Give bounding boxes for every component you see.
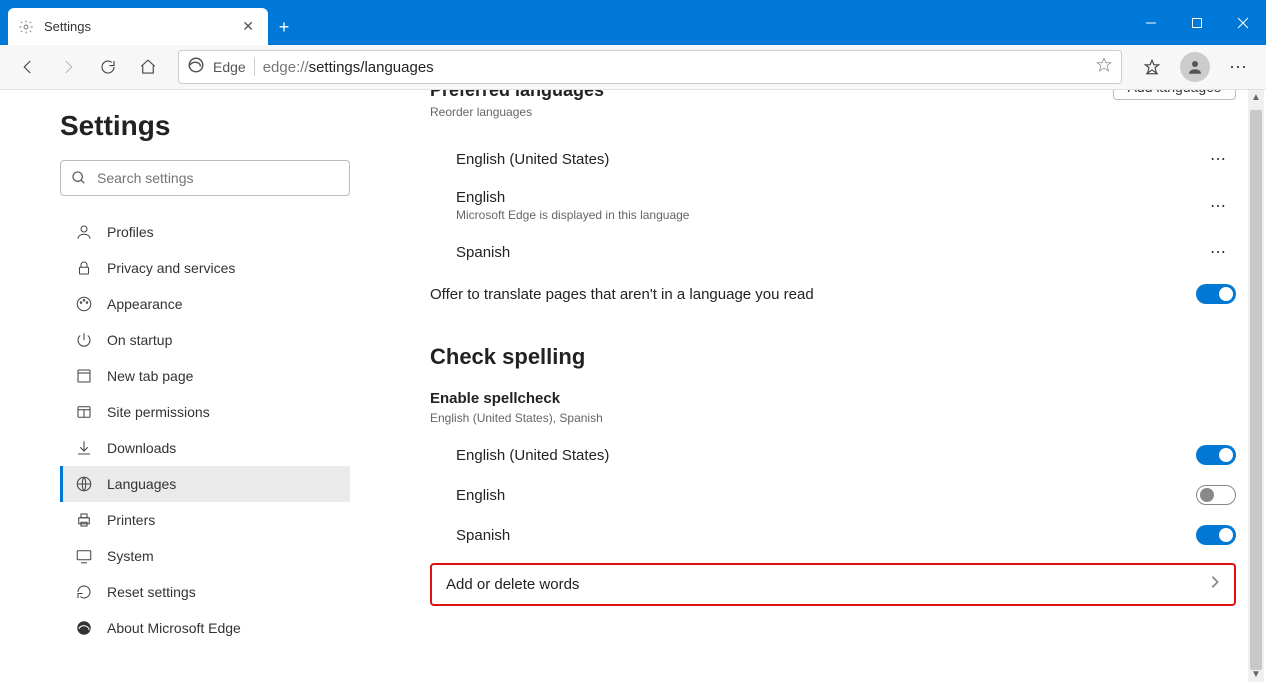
sidebar-item-appearance[interactable]: Appearance — [60, 286, 350, 322]
spellcheck-row: English — [430, 475, 1236, 515]
translate-setting: Offer to translate pages that aren't in … — [430, 284, 1236, 304]
more-icon[interactable]: ⋯ — [1202, 145, 1236, 173]
shield-icon — [75, 403, 93, 421]
page-icon — [75, 367, 93, 385]
sidebar-item-label: On startup — [107, 332, 172, 348]
address-bar[interactable]: Edge edge://settings/languages — [178, 50, 1122, 84]
favorite-icon[interactable] — [1095, 56, 1113, 79]
search-icon — [71, 170, 87, 186]
sidebar-item-reset[interactable]: Reset settings — [60, 574, 350, 610]
sidebar-item-downloads[interactable]: Downloads — [60, 430, 350, 466]
sidebar-item-label: Privacy and services — [107, 260, 235, 276]
sidebar-item-label: Printers — [107, 512, 155, 528]
spellcheck-toggle-en-us[interactable] — [1196, 445, 1236, 465]
minimize-button[interactable] — [1128, 0, 1174, 45]
spellcheck-row: Spanish — [430, 515, 1236, 555]
add-languages-button[interactable]: Add languages — [1113, 90, 1236, 100]
download-icon — [75, 439, 93, 457]
tab-title: Settings — [44, 19, 228, 34]
sidebar-item-newtab[interactable]: New tab page — [60, 358, 350, 394]
reset-icon — [75, 583, 93, 601]
scroll-thumb[interactable] — [1250, 110, 1262, 670]
sidebar-item-label: Reset settings — [107, 584, 196, 600]
enable-spellcheck-sub: English (United States), Spanish — [430, 411, 1236, 425]
favorites-button[interactable] — [1134, 49, 1170, 85]
sidebar-item-label: System — [107, 548, 154, 564]
profile-avatar[interactable] — [1180, 52, 1210, 82]
maximize-button[interactable] — [1174, 0, 1220, 45]
spellcheck-toggle-en[interactable] — [1196, 485, 1236, 505]
scroll-up-icon[interactable]: ▲ — [1248, 92, 1264, 103]
sidebar-item-label: Profiles — [107, 224, 154, 240]
settings-heading: Settings — [60, 110, 380, 142]
palette-icon — [75, 295, 93, 313]
sidebar-item-label: Downloads — [107, 440, 176, 456]
sidebar-item-about[interactable]: About Microsoft Edge — [60, 610, 350, 646]
toolbar: Edge edge://settings/languages ⋯ — [0, 45, 1266, 90]
sidebar-item-label: About Microsoft Edge — [107, 620, 241, 636]
sidebar-item-startup[interactable]: On startup — [60, 322, 350, 358]
home-button[interactable] — [130, 49, 166, 85]
gear-icon — [18, 19, 34, 35]
back-button[interactable] — [10, 49, 46, 85]
language-row: English Microsoft Edge is displayed in t… — [430, 181, 1236, 230]
sidebar-item-label: Site permissions — [107, 404, 210, 420]
edge-icon — [187, 56, 205, 79]
browser-tab[interactable]: Settings ✕ — [8, 8, 268, 45]
power-icon — [75, 331, 93, 349]
edge-logo-icon — [75, 619, 93, 637]
sidebar-item-profiles[interactable]: Profiles — [60, 214, 350, 250]
sidebar-item-label: Appearance — [107, 296, 183, 312]
language-row: English (United States) ⋯ — [430, 137, 1236, 181]
translate-toggle[interactable] — [1196, 284, 1236, 304]
language-icon — [75, 475, 93, 493]
sidebar-item-label: New tab page — [107, 368, 193, 384]
refresh-button[interactable] — [90, 49, 126, 85]
sidebar-item-label: Languages — [107, 476, 176, 492]
close-tab-icon[interactable]: ✕ — [238, 16, 258, 37]
printer-icon — [75, 511, 93, 529]
sidebar-item-system[interactable]: System — [60, 538, 350, 574]
system-icon — [75, 547, 93, 565]
more-icon[interactable]: ⋯ — [1202, 192, 1236, 220]
lock-icon — [75, 259, 93, 277]
window-controls — [1128, 0, 1266, 45]
sidebar-item-languages[interactable]: Languages — [60, 466, 350, 502]
settings-sidebar: Settings Profiles Privacy and services A… — [0, 90, 380, 682]
address-url: edge://settings/languages — [263, 59, 1087, 76]
preferred-languages-sub: Reorder languages — [430, 105, 1236, 119]
sidebar-item-permissions[interactable]: Site permissions — [60, 394, 350, 430]
new-tab-button[interactable]: + — [268, 10, 300, 45]
spellcheck-toggle-es[interactable] — [1196, 525, 1236, 545]
more-icon[interactable]: ⋯ — [1202, 238, 1236, 266]
search-input[interactable] — [97, 170, 339, 186]
close-window-button[interactable] — [1220, 0, 1266, 45]
language-row: Spanish ⋯ — [430, 230, 1236, 274]
enable-spellcheck-label: Enable spellcheck — [430, 390, 1236, 407]
forward-button — [50, 49, 86, 85]
sidebar-item-privacy[interactable]: Privacy and services — [60, 250, 350, 286]
spellcheck-row: English (United States) — [430, 435, 1236, 475]
search-settings[interactable] — [60, 160, 350, 196]
address-label: Edge — [213, 59, 246, 75]
scrollbar[interactable]: ▲ ▼ — [1248, 90, 1264, 682]
person-icon — [75, 223, 93, 241]
settings-main: Preferred languages Add languages Reorde… — [380, 90, 1266, 682]
titlebar: Settings ✕ + — [0, 0, 1266, 45]
sidebar-item-printers[interactable]: Printers — [60, 502, 350, 538]
menu-button[interactable]: ⋯ — [1220, 57, 1256, 78]
check-spelling-heading: Check spelling — [430, 344, 1236, 370]
scroll-down-icon[interactable]: ▼ — [1248, 669, 1264, 680]
add-delete-words-button[interactable]: Add or delete words — [430, 563, 1236, 606]
chevron-right-icon — [1210, 575, 1220, 594]
